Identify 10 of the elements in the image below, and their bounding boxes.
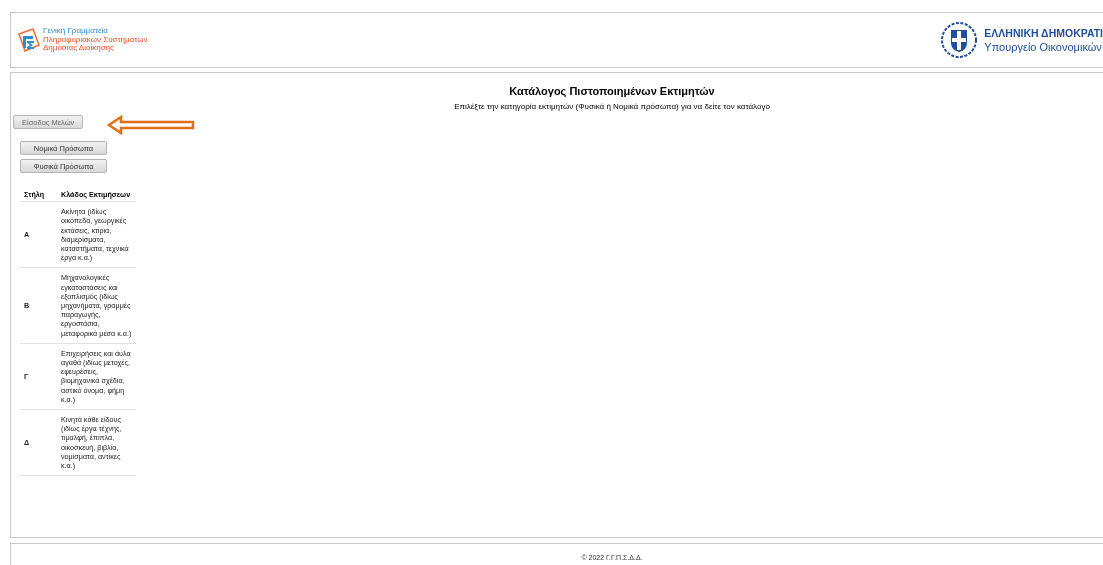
emblem-icon [940,21,979,59]
left-arrow-icon [107,115,195,135]
agency-logo-icon [15,27,41,53]
ministry-name: Υπουργείο Οικονομικών [984,41,1103,53]
republic-title: ΕΛΛΗΝΙΚΗ ΔΗΜΟΚΡΑΤΙ [984,27,1103,39]
page-title: Κατάλογος Πιστοποιημένων Εκτιμητών [508,85,716,97]
agency-name-line: Πληροφοριακών Συστημάτων [43,35,148,45]
agency-name-line: Γενική Γραμματεία [43,27,109,36]
instruction-text: Επιλέξτε την κατηγορία εκτιμητών (Φυσικά ή Νομικά πρόσωπα) για να δείτε τον κατάλογο [453,102,771,111]
agency-name-line: Δημόσιας Διοίκησης [43,44,114,53]
